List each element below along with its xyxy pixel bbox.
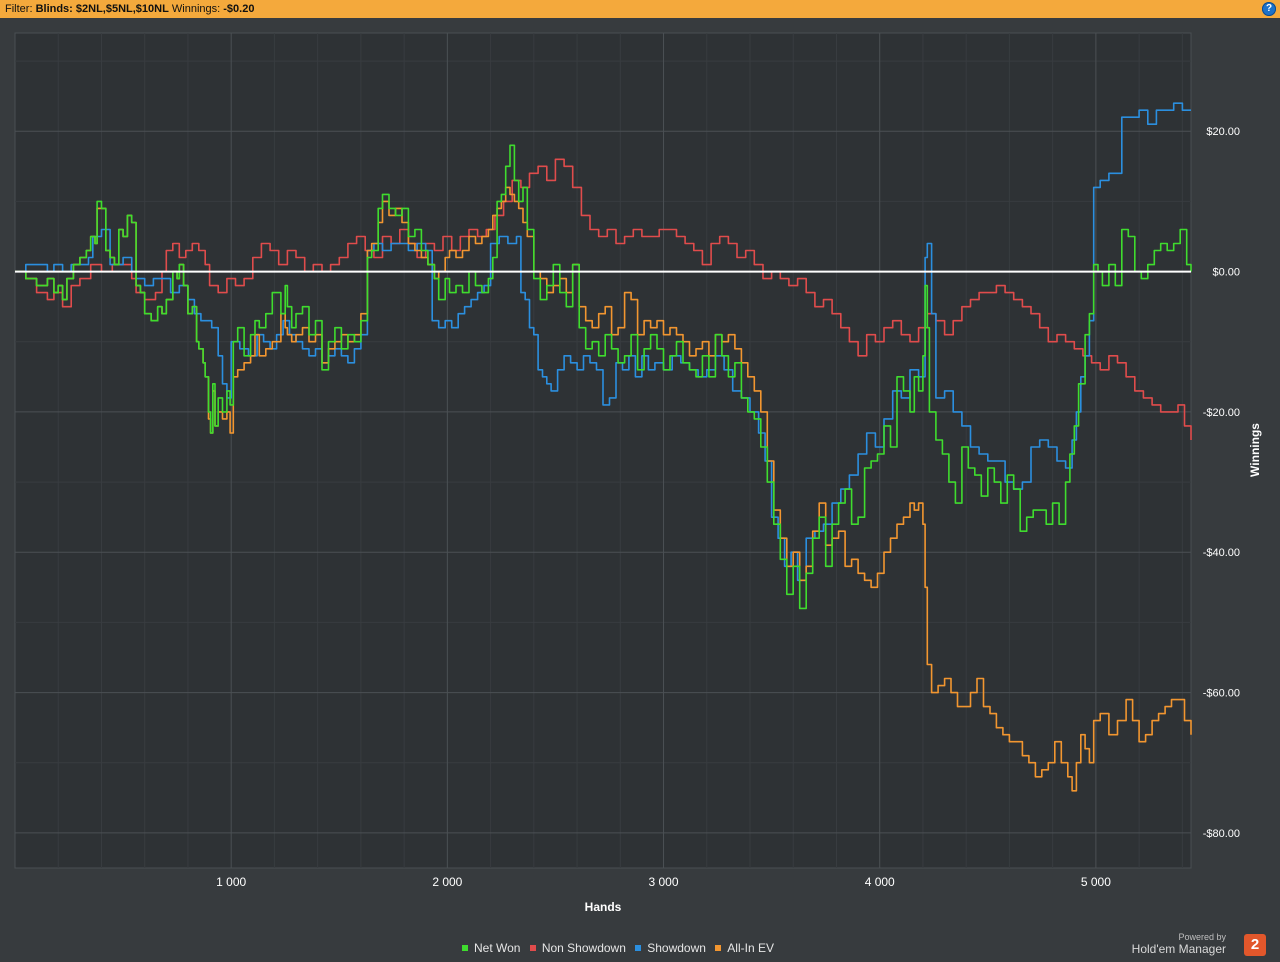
filter-bar: Filter: Blinds: $2NL,$5NL,$10NL Winnings… <box>0 0 1280 18</box>
x-tick-label: 4 000 <box>865 875 895 889</box>
x-tick-label: 5 000 <box>1081 875 1111 889</box>
y-tick-label: $0.00 <box>1212 267 1240 279</box>
y-tick-label: -$40.00 <box>1203 547 1240 559</box>
product-name: Hold'em Manager <box>1131 942 1226 956</box>
y-axis-label: Winnings <box>1248 423 1262 477</box>
legend-label: Net Won <box>474 941 521 955</box>
winnings-chart: 1 000 2 000 3 000 4 000 5 000 $20.00 $0.00 -$2… <box>14 32 1262 914</box>
x-tick-label: 1 000 <box>216 875 246 889</box>
x-axis-label: Hands <box>585 900 622 914</box>
y-tick-label: $20.00 <box>1206 126 1240 138</box>
legend-swatch <box>462 944 469 951</box>
chart-legend: Net Won Non Showdown Showdown All-In EV <box>0 941 1236 955</box>
x-tick-label: 2 000 <box>432 875 462 889</box>
legend-item-net-won[interactable]: Net Won <box>462 941 520 955</box>
winnings-value: -$0.20 <box>223 3 255 15</box>
y-axis-ticks: $20.00 $0.00 -$20.00 -$40.00 -$60.00 -$80.00 <box>1203 126 1240 840</box>
legend-label: Showdown <box>647 941 706 955</box>
y-tick-label: -$60.00 <box>1203 688 1240 700</box>
legend-label: All-In EV <box>727 941 774 955</box>
legend-swatch <box>635 944 642 951</box>
filter-label: Filter: <box>5 3 33 15</box>
x-tick-label: 3 000 <box>649 875 679 889</box>
powered-by-label: Powered by <box>1178 932 1226 942</box>
hem-logo-icon: 2 <box>1244 934 1266 956</box>
legend-item-showdown[interactable]: Showdown <box>635 941 706 955</box>
y-tick-label: -$80.00 <box>1203 828 1240 840</box>
hem-branding: Powered by Hold'em Manager 2 <box>1126 932 1266 960</box>
winnings-label: Winnings: <box>171 3 221 15</box>
y-tick-label: -$20.00 <box>1203 407 1240 419</box>
legend-label: Non Showdown <box>541 941 626 955</box>
legend-swatch <box>529 944 536 951</box>
legend-item-non-showdown[interactable]: Non Showdown <box>529 941 626 955</box>
plot-area <box>14 32 1192 869</box>
x-axis-ticks: 1 000 2 000 3 000 4 000 5 000 <box>216 875 1111 889</box>
legend-item-all-in-ev[interactable]: All-In EV <box>715 941 774 955</box>
help-icon[interactable]: ? <box>1262 2 1276 16</box>
filter-blinds-value[interactable]: Blinds: $2NL,$5NL,$10NL <box>36 3 169 15</box>
legend-swatch <box>715 944 722 951</box>
